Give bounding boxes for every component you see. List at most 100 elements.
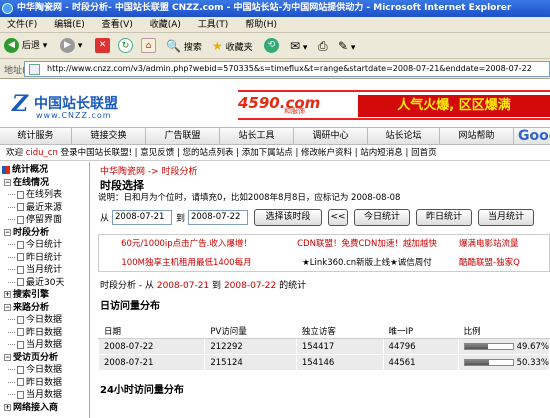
sidebar-item[interactable]: 当月统计 — [8, 264, 62, 276]
sidebar-group[interactable]: − 受访页分析 — [4, 352, 58, 364]
menu-file[interactable]: 文件(F) — [0, 17, 44, 33]
sidebar-item[interactable]: 当月数据 — [8, 339, 62, 351]
yesterday-stats-button[interactable]: 昨日统计 — [416, 209, 472, 226]
nav-research-center[interactable]: 调研中心 — [294, 128, 368, 145]
menu-favorites[interactable]: 收藏(A) — [143, 17, 188, 33]
nav-webmaster-tools[interactable]: 站长工具 — [220, 128, 294, 145]
col-uv: 独立访客 — [295, 322, 384, 339]
cell-ratio: 49.67% — [457, 338, 550, 355]
ratio-text: 50.33% — [516, 357, 549, 368]
start-date-input[interactable]: 2008-07-21 — [112, 210, 172, 225]
nav-forum[interactable]: 站长论坛 — [368, 128, 440, 145]
sidebar-item[interactable]: 最近30天 — [8, 277, 64, 289]
cell-pv: 212292 — [204, 338, 297, 355]
tree-line-icon — [8, 331, 15, 333]
sidebar-label: 最近30天 — [26, 277, 65, 288]
sidebar-group[interactable]: + 网络接入商 — [4, 402, 58, 414]
page-icon — [17, 240, 24, 249]
nav-link-exchange[interactable]: 链接交换 — [72, 128, 146, 145]
search-button[interactable]: 🔍 搜索 — [166, 37, 202, 55]
expand-icon: − — [4, 303, 11, 311]
ratio-bar — [463, 342, 514, 350]
previous-button[interactable]: << — [328, 209, 348, 226]
google-logo[interactable]: Goog — [518, 128, 550, 145]
table-row: 2008-07-21 215124 154146 44561 50.33% — [97, 354, 550, 371]
sidebar-label: 受访页分析 — [13, 352, 59, 363]
sidebar-item[interactable]: 今日统计 — [8, 239, 62, 251]
choose-period-button[interactable]: 选择该时段 — [254, 209, 322, 226]
home-button[interactable]: ⌂ — [141, 37, 156, 55]
logo-title: 中国站长联盟 — [34, 96, 118, 112]
stop-button[interactable]: ✕ — [95, 37, 110, 55]
ratio-bar — [463, 358, 514, 366]
window-title-bar: 中华陶瓷网 - 时段分析- 中国站长联盟 CNZZ.com - 中国站长站-为中… — [0, 0, 550, 17]
month-stats-button[interactable]: 当月统计 — [478, 209, 534, 226]
nav-ad-union[interactable]: 广告联盟 — [146, 128, 220, 145]
text-ad[interactable]: 100M独享主机租用最低1400每月 — [99, 254, 274, 272]
sidebar-group[interactable]: − 在线情况 — [4, 177, 49, 189]
edit-button[interactable]: ✎ ▾ — [338, 37, 355, 55]
menu-help[interactable]: 帮助(H) — [238, 17, 284, 33]
menu-tools[interactable]: 工具(T) — [191, 17, 236, 33]
page-icon — [17, 253, 24, 261]
stat-suffix: 的统计 — [279, 281, 307, 291]
cell-date: 2008-07-21 — [97, 354, 206, 371]
sidebar-item[interactable]: 今日数据 — [8, 314, 62, 326]
nav-help[interactable]: 网站帮助 — [440, 128, 514, 145]
back-button[interactable]: ◀ 后退 ▾ — [4, 37, 47, 55]
sidebar-item[interactable]: 昨日数据 — [8, 377, 62, 389]
text-ad[interactable]: 爆满电影站流量 — [459, 235, 550, 253]
sidebar-item[interactable]: 当月数据 — [8, 389, 62, 401]
table-row: 2008-07-22 212292 154417 44796 49.67% — [97, 338, 550, 355]
hourly-distribution-title: 24小时访问量分布 — [100, 385, 184, 396]
sidebar-item[interactable]: 今日数据 — [8, 364, 62, 376]
address-bar: 地址(D) http://www.cnzz.com/v3/admin.php?w… — [0, 59, 550, 79]
mail-button[interactable]: ✉ ▾ — [290, 37, 307, 55]
expand-icon: − — [4, 228, 11, 236]
sidebar-item[interactable]: 昨日数据 — [8, 327, 62, 339]
today-stats-button[interactable]: 今日统计 — [354, 209, 410, 226]
end-date-input[interactable]: 2008-07-22 — [188, 210, 248, 225]
page-icon — [17, 203, 24, 211]
text-ad[interactable]: ★Link360.cn新版上线★诚信周付 — [277, 254, 457, 272]
sidebar-label: 今日数据 — [26, 315, 63, 325]
history-button[interactable]: ⟲ — [264, 37, 279, 55]
cell-ratio: 50.33% — [457, 354, 550, 371]
ad-banner[interactable]: 4590.com 和服饰 人气火爆, 区区爆满 — [238, 90, 550, 120]
text-ad[interactable]: 60元/1000ip点击广告.收入爆增！ — [99, 235, 274, 253]
sidebar-group[interactable]: 统计概况 — [2, 164, 48, 176]
sidebar-group[interactable]: − 时段分析 — [4, 227, 49, 239]
nav-stats-service[interactable]: 统计服务 — [0, 128, 72, 145]
print-button[interactable]: ⎙ — [318, 37, 328, 55]
sidebar-item[interactable]: 最近来源 — [8, 202, 62, 214]
banner-brand: 4590.com — [238, 94, 321, 112]
page-icon — [29, 64, 40, 75]
sidebar-item[interactable]: 停留界面 — [8, 214, 62, 226]
refresh-button[interactable]: ↻ — [118, 37, 133, 55]
text-ad[interactable]: 酷酷联盟-独家Q — [459, 254, 550, 272]
stat-to-date: 2008-07-22 — [223, 281, 277, 291]
menu-edit[interactable]: 编辑(E) — [47, 17, 92, 33]
ratio-text: 49.67% — [516, 341, 549, 352]
forward-button[interactable]: ▶ ▾ — [60, 37, 82, 55]
sidebar-group[interactable]: − 来路分析 — [4, 302, 49, 314]
welcome-username[interactable]: cidu_cn — [26, 148, 58, 158]
banner-brand-sub: 和服饰 — [284, 107, 305, 115]
text-ad[interactable]: CDN联盟！免费CDN加速！越加越快 — [277, 235, 457, 253]
sidebar-item[interactable]: 在线列表 — [8, 189, 62, 201]
menu-view[interactable]: 查看(V) — [95, 17, 140, 33]
tree-line-icon — [8, 381, 15, 383]
welcome-links[interactable]: 登录中国站长联盟! | 意见反馈 | 您的站点列表 | 添加下属站点 | 修改帐… — [61, 148, 437, 158]
favorites-button[interactable]: ★ 收藏夹 — [212, 37, 253, 55]
refresh-icon: ↻ — [118, 38, 133, 53]
window-title: 中华陶瓷网 - 时段分析- 中国站长联盟 CNZZ.com - 中国站长站-为中… — [17, 3, 512, 13]
breadcrumb[interactable]: 中华陶瓷网 -> 时段分析 — [100, 164, 198, 177]
page-icon — [17, 328, 24, 336]
web-page: Z 中国站长联盟 www.CNZZ.com 4590.com 和服饰 人气火爆,… — [0, 79, 550, 418]
page-icon — [17, 265, 24, 274]
logo-z-mark: Z — [12, 91, 29, 117]
address-input[interactable]: http://www.cnzz.com/v3/admin.php?webid=5… — [24, 61, 550, 77]
sidebar-item[interactable]: 昨日统计 — [8, 252, 62, 264]
tree-line-icon — [8, 369, 15, 370]
sidebar-group[interactable]: + 搜索引擎 — [4, 289, 49, 301]
